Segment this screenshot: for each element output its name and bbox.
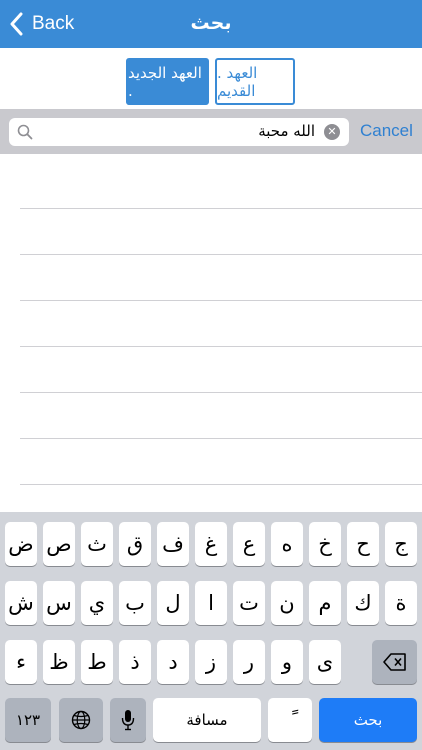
segment-old-testament[interactable]: . العهد القديم — [215, 58, 295, 105]
segment-new-testament[interactable]: العهد الجديد . — [126, 58, 209, 105]
globe-icon — [71, 710, 91, 730]
key[interactable]: و — [271, 640, 303, 684]
microphone-icon — [121, 710, 135, 731]
page-title: بحث — [190, 12, 232, 34]
key[interactable]: ز — [195, 640, 227, 684]
key[interactable]: ر — [233, 640, 265, 684]
key[interactable]: ف — [157, 522, 189, 566]
search-input[interactable]: الله محبة ✕ — [9, 118, 349, 146]
key[interactable]: ع — [233, 522, 265, 566]
key[interactable]: ه — [271, 522, 303, 566]
list-separator — [20, 438, 422, 439]
key[interactable]: خ — [309, 522, 341, 566]
key[interactable]: ث — [81, 522, 113, 566]
key[interactable]: غ — [195, 522, 227, 566]
list-separator — [20, 484, 422, 485]
list-separator — [20, 346, 422, 347]
key[interactable]: ل — [157, 581, 189, 625]
globe-key[interactable] — [59, 698, 103, 742]
key[interactable]: ة — [385, 581, 417, 625]
delete-key[interactable] — [372, 640, 417, 684]
list-separator — [20, 300, 422, 301]
numbers-key[interactable]: ١٢٣ — [5, 698, 51, 742]
search-bar: الله محبة ✕ Cancel — [0, 109, 422, 154]
key[interactable]: م — [309, 581, 341, 625]
key[interactable]: ا — [195, 581, 227, 625]
search-return-key[interactable]: بحث — [319, 698, 417, 742]
search-query: الله محبة — [258, 122, 315, 140]
list-separator — [20, 254, 422, 255]
key[interactable]: ح — [347, 522, 379, 566]
diacritic-key[interactable]: ً — [268, 698, 312, 742]
navigation-bar: Back بحث — [0, 0, 422, 48]
space-key[interactable]: مسافة — [153, 698, 261, 742]
list-separator — [20, 208, 422, 209]
results-list — [0, 154, 422, 512]
key[interactable]: ذ — [119, 640, 151, 684]
key[interactable]: ش — [5, 581, 37, 625]
key[interactable]: ق — [119, 522, 151, 566]
key[interactable]: ء — [5, 640, 37, 684]
key[interactable]: ى — [309, 640, 341, 684]
key[interactable]: ي — [81, 581, 113, 625]
cancel-button[interactable]: Cancel — [360, 121, 413, 141]
key[interactable]: ت — [233, 581, 265, 625]
key[interactable]: ن — [271, 581, 303, 625]
key[interactable]: ض — [5, 522, 37, 566]
list-separator — [20, 392, 422, 393]
key[interactable]: ص — [43, 522, 75, 566]
key[interactable]: ج — [385, 522, 417, 566]
key[interactable]: ك — [347, 581, 379, 625]
keyboard: ج ح خ ه ع غ ف ق ث ص ض ة ك م ن ت ا ل ب ي … — [0, 512, 422, 750]
key[interactable]: س — [43, 581, 75, 625]
key[interactable]: ط — [81, 640, 113, 684]
key[interactable]: ظ — [43, 640, 75, 684]
clear-icon[interactable]: ✕ — [324, 124, 340, 140]
search-icon — [17, 124, 33, 140]
dictation-key[interactable] — [110, 698, 146, 742]
backspace-icon — [382, 653, 406, 671]
key[interactable]: ب — [119, 581, 151, 625]
key[interactable]: د — [157, 640, 189, 684]
